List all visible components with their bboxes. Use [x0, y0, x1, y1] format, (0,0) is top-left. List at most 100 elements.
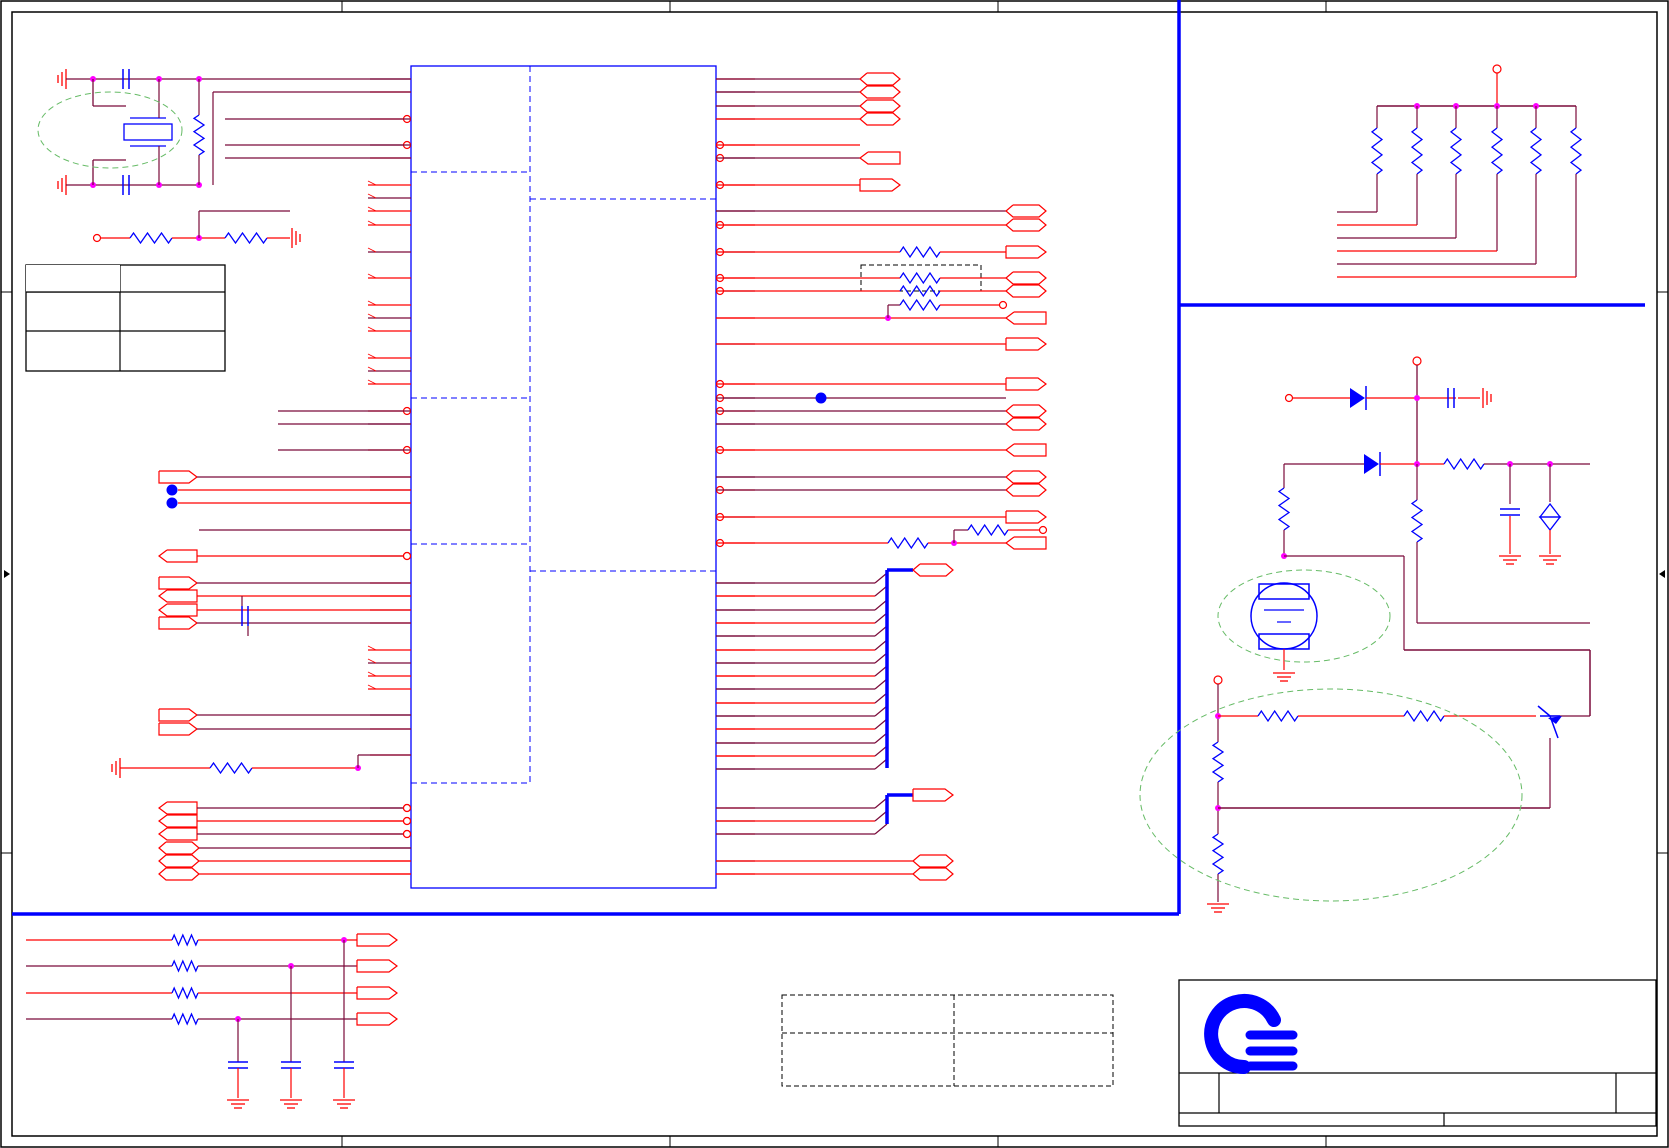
bus-entry	[874, 585, 888, 597]
resistor-icon	[209, 761, 253, 775]
bus-entry	[874, 678, 888, 690]
resistor-icon	[171, 933, 199, 947]
resistor-icon	[1370, 127, 1384, 175]
company-logo-icon	[1204, 994, 1298, 1074]
offpage-connector-icon	[1005, 271, 1047, 285]
resistor-icon	[967, 523, 1009, 537]
offpage-connector-icon	[158, 576, 198, 590]
offpage-connector-icon	[859, 151, 901, 165]
bus-entry	[874, 639, 888, 651]
pin-circle	[1038, 525, 1048, 535]
pin-circle	[1284, 393, 1294, 403]
offpage-connector-icon	[158, 841, 200, 855]
offpage-connector-icon	[1005, 536, 1047, 550]
inner-border	[11, 11, 1658, 1137]
offpage-connector-icon	[912, 788, 954, 802]
resistor-icon	[224, 231, 268, 245]
offpage-connector-icon	[158, 589, 198, 603]
bus-entry	[874, 718, 888, 730]
resistor-icon	[1403, 709, 1445, 723]
offpage-connector-icon	[356, 933, 398, 947]
revision-table	[781, 994, 1114, 1087]
offpage-connector-icon	[158, 603, 198, 617]
crystal-icon	[123, 123, 173, 141]
resistor-icon	[1569, 127, 1583, 175]
offpage-connector-icon	[158, 827, 198, 841]
resistor-icon	[1257, 709, 1299, 723]
diode-icon	[1364, 454, 1379, 474]
bus-entry	[874, 705, 888, 717]
resistor-icon	[1529, 127, 1543, 175]
offpage-connector-icon	[1005, 483, 1047, 497]
bus-entry	[874, 692, 888, 704]
resistor-icon	[1211, 741, 1225, 783]
tvs-icon	[1538, 516, 1562, 532]
tvs-icon	[1538, 502, 1562, 518]
resistor-icon	[1410, 127, 1424, 175]
resistor-icon	[171, 1012, 199, 1026]
resistor-icon	[899, 245, 941, 259]
offpage-connector-icon	[1005, 245, 1047, 259]
offpage-connector-icon	[1005, 417, 1047, 431]
led-icon	[1250, 582, 1318, 650]
resistor-icon	[192, 114, 206, 156]
offpage-connector-icon	[158, 708, 198, 722]
bus-entry	[874, 797, 888, 809]
offpage-connector-icon	[1005, 377, 1047, 391]
offpage-connector-icon	[1005, 510, 1047, 524]
transistor-icon	[1537, 705, 1551, 717]
pin-circle	[998, 300, 1008, 310]
bus-entry	[874, 652, 888, 664]
pin-circle	[92, 233, 102, 243]
resistor-icon	[887, 536, 929, 550]
annotation-ellipse	[37, 91, 183, 169]
offpage-connector-icon	[158, 814, 198, 828]
offpage-connector-icon	[1005, 311, 1047, 325]
offpage-connector-icon	[1005, 284, 1047, 298]
junction-dot	[1414, 395, 1420, 401]
test-point	[166, 484, 178, 496]
test-point	[815, 392, 827, 404]
resistor-icon	[1490, 127, 1504, 175]
resistor-icon	[899, 284, 941, 298]
main-ic-body	[410, 65, 717, 889]
resistor-icon	[1449, 127, 1463, 175]
offpage-connector-icon	[158, 854, 200, 868]
bus-entry	[874, 665, 888, 677]
offpage-connector-icon	[1005, 443, 1047, 457]
offpage-connector-icon	[1005, 470, 1047, 484]
offpage-connector-icon	[912, 854, 954, 868]
power-pin	[1213, 675, 1223, 685]
offpage-connector-icon	[1005, 404, 1047, 418]
bus-entry	[874, 758, 888, 770]
bus-entry	[874, 823, 888, 835]
offpage-connector-icon	[859, 178, 901, 192]
bus-entry	[874, 732, 888, 744]
resistor-icon	[1211, 833, 1225, 875]
offpage-connector-icon	[158, 867, 200, 881]
bus-entry	[874, 612, 888, 624]
resistor-icon	[171, 986, 199, 1000]
test-point	[166, 497, 178, 509]
offpage-connector-icon	[356, 1012, 398, 1026]
offpage-connector-icon	[1005, 204, 1047, 218]
resistor-icon	[899, 271, 941, 285]
diode-icon	[1350, 388, 1365, 408]
power-pin	[1412, 356, 1422, 366]
offpage-connector-icon	[859, 112, 901, 126]
power-pin	[1492, 64, 1502, 74]
offpage-connector-icon	[859, 99, 901, 113]
resistor-icon	[129, 231, 173, 245]
offpage-connector-icon	[1005, 337, 1047, 351]
resistor-icon	[171, 959, 199, 973]
offpage-connector-icon	[158, 549, 198, 563]
zone-arrow	[1659, 570, 1665, 578]
bus-entry	[874, 599, 888, 611]
resistor-icon	[1410, 499, 1424, 543]
resistor-icon	[1443, 457, 1485, 471]
led-icon	[1258, 583, 1310, 600]
pin-circle	[402, 803, 412, 813]
bus-entry	[874, 745, 888, 757]
offpage-connector-icon	[158, 801, 198, 815]
bus-entry	[874, 625, 888, 637]
